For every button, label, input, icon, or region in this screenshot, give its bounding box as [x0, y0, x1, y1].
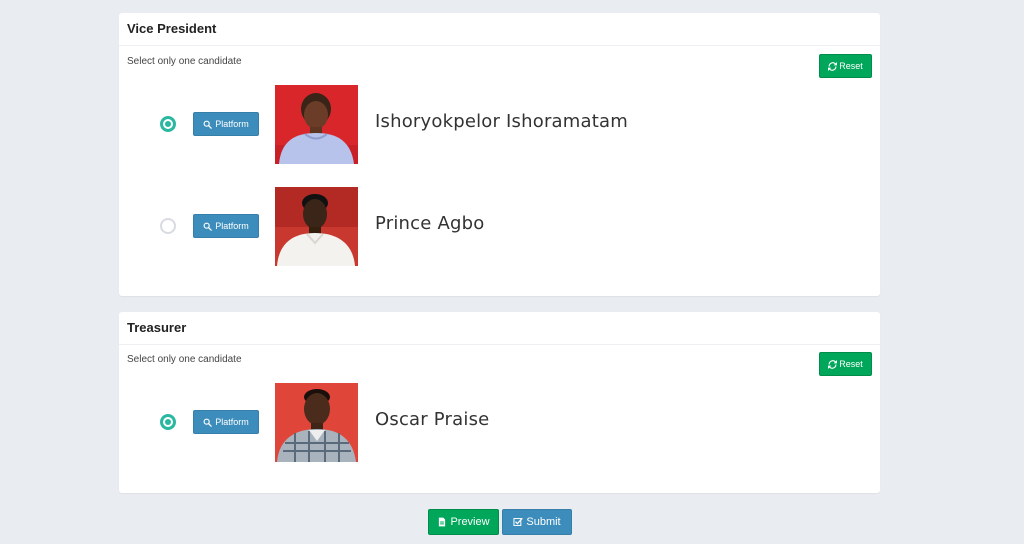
refresh-icon — [828, 359, 838, 369]
section-title: Vice President — [119, 13, 880, 46]
platform-label: Platform — [215, 119, 249, 129]
search-icon — [203, 418, 213, 427]
platform-label: Platform — [215, 221, 249, 231]
candidate-photo — [275, 85, 358, 164]
preview-button[interactable]: Preview — [428, 509, 499, 535]
check-square-icon — [513, 517, 524, 526]
reset-button[interactable]: Reset — [819, 54, 872, 78]
submit-button[interactable]: Submit — [502, 509, 572, 535]
candidate-photo — [275, 187, 358, 266]
vice-president-panel: Vice President Select only one candidate… — [119, 13, 880, 296]
candidate-name: Ishoryokpelor Ishoramatam — [375, 111, 628, 132]
candidate-name: Prince Agbo — [375, 213, 485, 234]
reset-button[interactable]: Reset — [819, 352, 872, 376]
platform-button[interactable]: Platform — [193, 112, 259, 136]
selection-hint: Select only one candidate — [127, 56, 242, 67]
platform-button[interactable]: Platform — [193, 214, 259, 238]
refresh-icon — [828, 61, 838, 71]
platform-button[interactable]: Platform — [193, 410, 259, 434]
submit-label: Submit — [526, 516, 561, 528]
treasurer-panel: Treasurer Select only one candidate Rese… — [119, 312, 880, 493]
candidate-radio[interactable] — [160, 116, 176, 132]
section-title: Treasurer — [119, 312, 880, 345]
preview-label: Preview — [450, 516, 490, 528]
search-icon — [203, 120, 213, 129]
candidate-name: Oscar Praise — [375, 409, 490, 430]
file-icon — [439, 517, 446, 527]
candidate-row: Platform Prince Agbo — [119, 187, 880, 267]
reset-label: Reset — [839, 61, 863, 71]
candidate-radio[interactable] — [160, 414, 176, 430]
selection-hint: Select only one candidate — [127, 354, 242, 365]
candidate-row: Platform Ishoryokpelor Ishoramatam — [119, 85, 880, 165]
reset-label: Reset — [839, 359, 863, 369]
platform-label: Platform — [215, 417, 249, 427]
candidate-row: Platform Oscar Praise — [119, 383, 880, 463]
candidate-photo — [275, 383, 358, 462]
candidate-radio[interactable] — [160, 218, 176, 234]
search-icon — [203, 222, 213, 231]
